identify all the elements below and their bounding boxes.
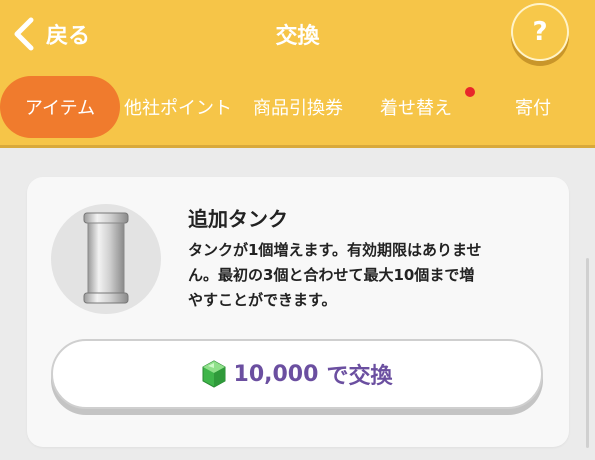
tab-label: アイテム [24, 98, 96, 119]
green-gem-icon [202, 360, 226, 388]
app-header: 戻る 交換 ? アイテム 他社ポイント 商品引換券 着せ替え 寄付 [0, 0, 595, 148]
tab-vouchers[interactable]: 商品引換券 [243, 76, 353, 138]
tank-icon [83, 212, 129, 304]
item-name: 追加タンク [188, 207, 288, 231]
tab-themes[interactable]: 着せ替え [368, 76, 464, 138]
item-description: タンクが1個増えます。有効期限はありませ ん。最初の3個と合わせて最大10個まで… [188, 238, 558, 313]
tab-other-points[interactable]: 他社ポイント [118, 76, 238, 138]
page-title: 交換 [275, 24, 320, 49]
item-image [51, 204, 161, 314]
help-button[interactable]: ? [511, 3, 569, 61]
price-suffix: で交換 [326, 364, 393, 389]
tab-label: 商品引換券 [253, 98, 343, 119]
tab-items[interactable]: アイテム [0, 76, 120, 138]
description-line: タンクが1個増えます。有効期限はありませ [188, 241, 482, 259]
tab-label: 着せ替え [380, 98, 452, 119]
tab-label: 他社ポイント [124, 98, 232, 119]
scrollbar[interactable] [586, 258, 589, 448]
question-icon: ? [532, 17, 548, 47]
description-line: ん。最初の3個と合わせて最大10個まで増 [188, 266, 475, 284]
price-amount: 10,000 [233, 361, 319, 387]
description-line: やすことができます。 [188, 291, 337, 309]
new-badge-dot [465, 87, 475, 97]
tab-donation[interactable]: 寄付 [503, 76, 563, 138]
tab-label: 寄付 [515, 98, 551, 119]
item-card: 追加タンク タンクが1個増えます。有効期限はありませ ん。最初の3個と合わせて最… [27, 177, 569, 447]
exchange-button[interactable]: 10,000 で交換 [51, 339, 543, 409]
tab-bar: アイテム 他社ポイント 商品引換券 着せ替え 寄付 [0, 76, 595, 138]
